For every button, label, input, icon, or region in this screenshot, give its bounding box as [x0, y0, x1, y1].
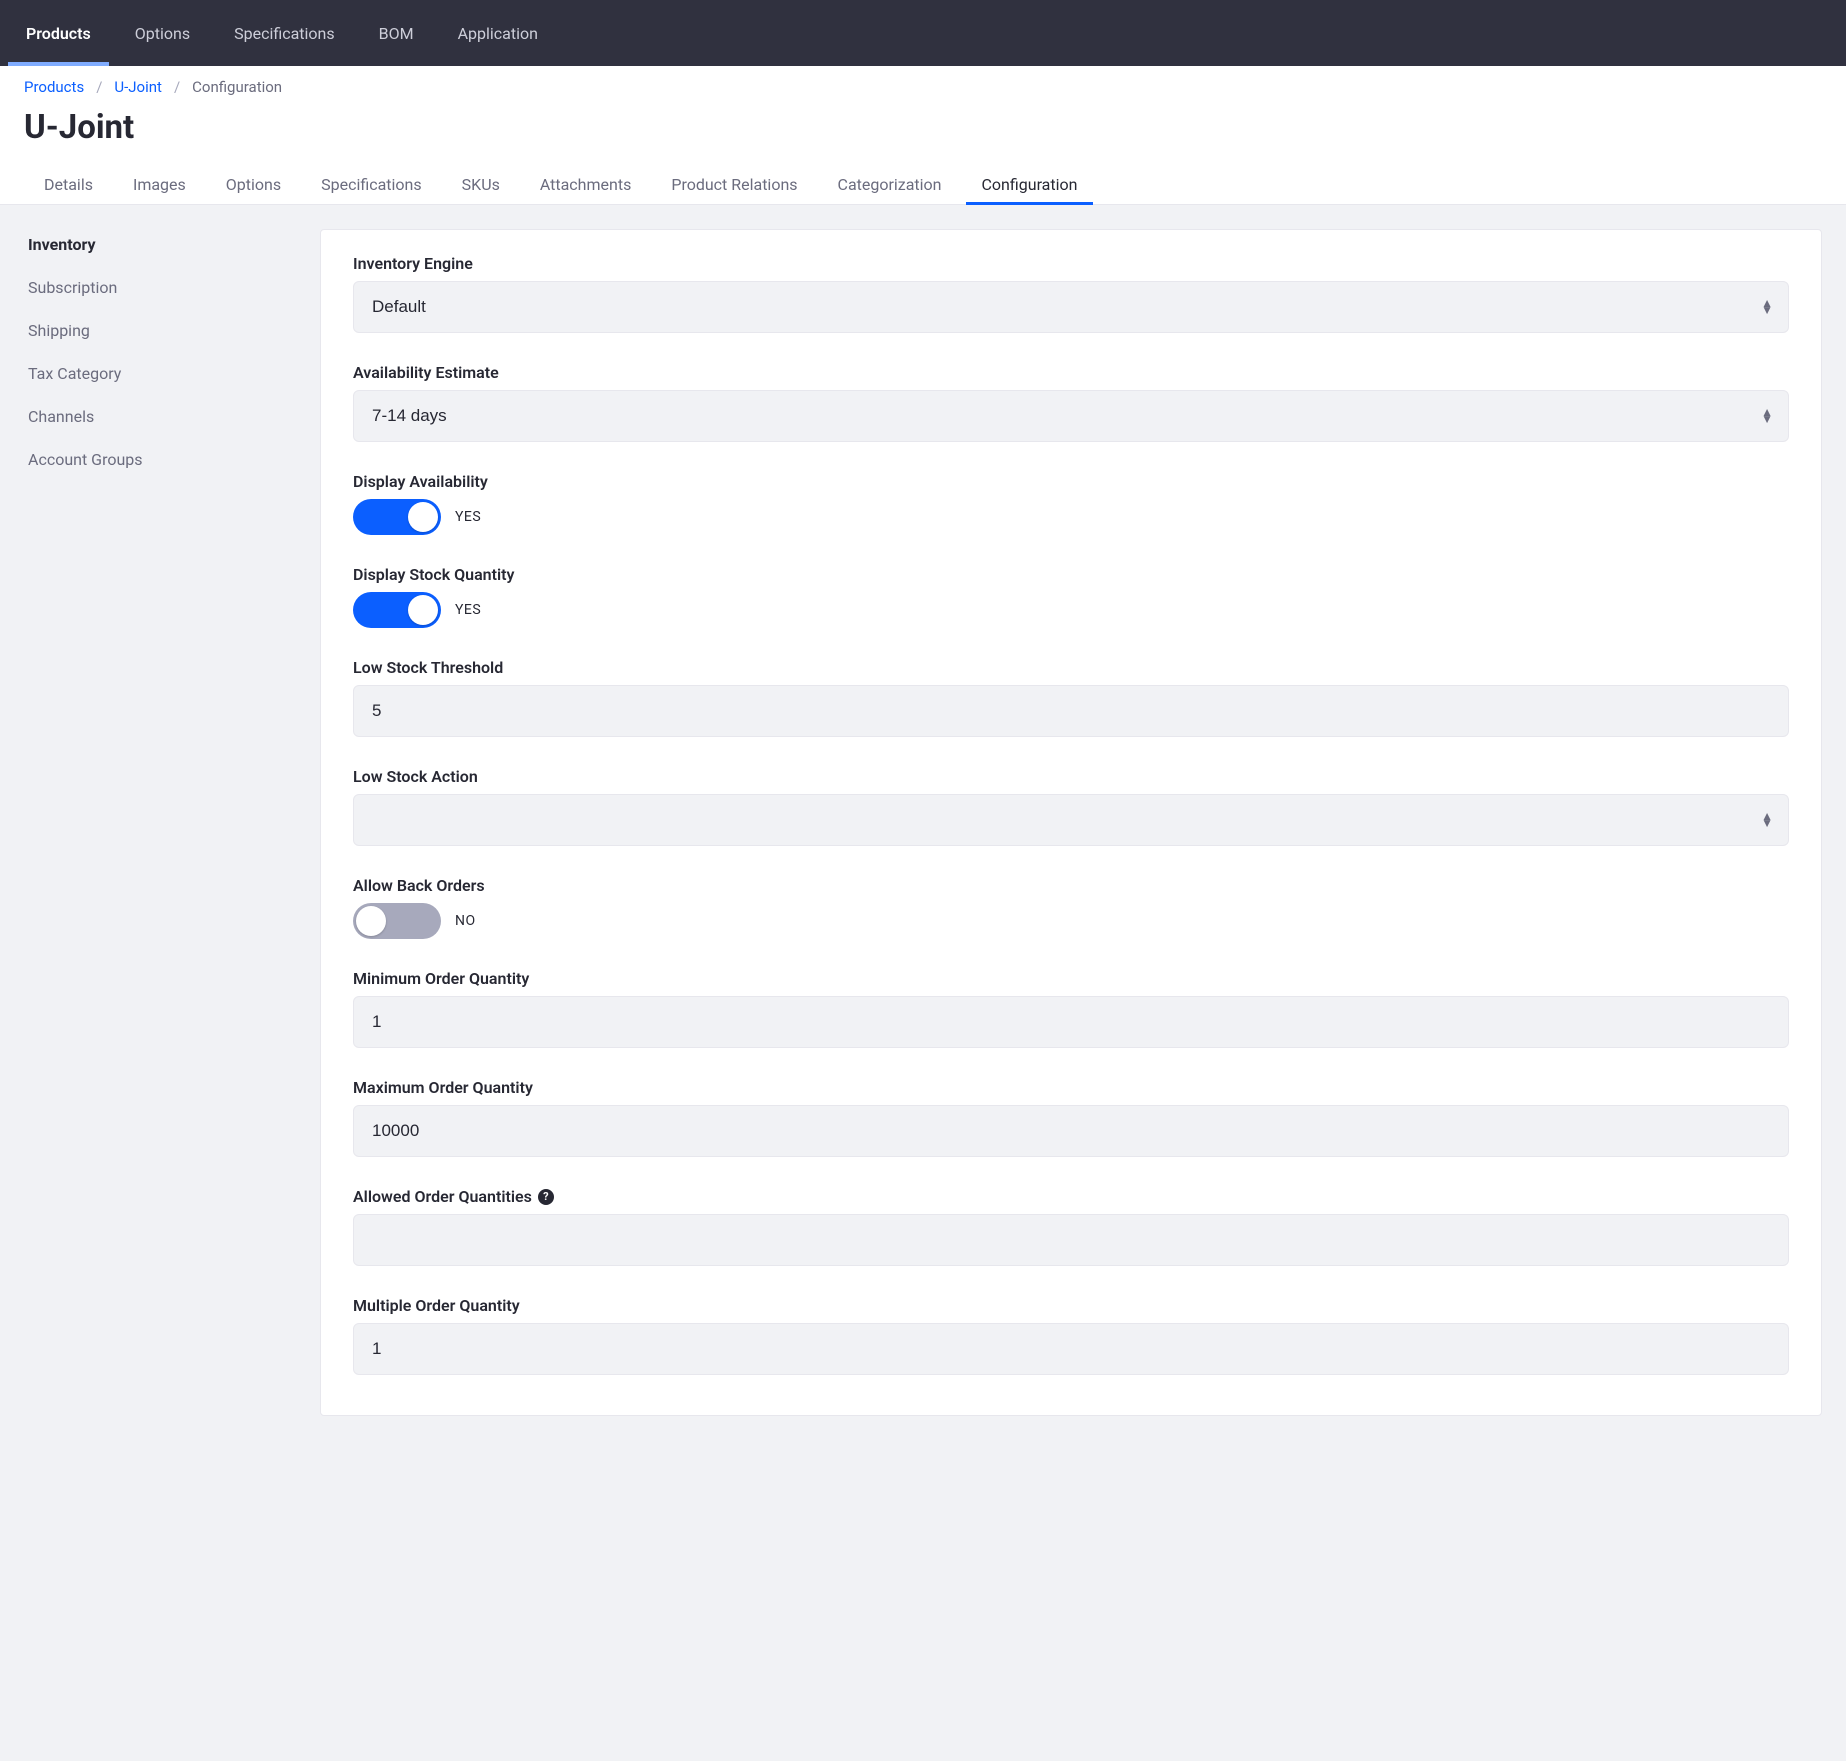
sidebar-item-subscription[interactable]: Subscription: [14, 266, 306, 309]
field-display-stock-quantity: Display Stock Quantity YES: [353, 565, 1789, 628]
top-nav: Products Options Specifications BOM Appl…: [0, 0, 1846, 66]
breadcrumb-products[interactable]: Products: [24, 78, 84, 96]
label-availability-estimate: Availability Estimate: [353, 363, 1789, 382]
select-inventory-engine[interactable]: [353, 281, 1789, 333]
toggle-text-allow-back-orders: NO: [455, 913, 476, 929]
label-allow-back-orders: Allow Back Orders: [353, 876, 1789, 895]
sidebar-item-tax-category[interactable]: Tax Category: [14, 352, 306, 395]
tab-categorization[interactable]: Categorization: [818, 165, 962, 204]
sidebar-item-account-groups[interactable]: Account Groups: [14, 438, 306, 481]
field-max-order-qty: Maximum Order Quantity: [353, 1078, 1789, 1157]
label-inventory-engine: Inventory Engine: [353, 254, 1789, 273]
field-multiple-order-qty: Multiple Order Quantity: [353, 1296, 1789, 1375]
input-allowed-order-qty[interactable]: [353, 1214, 1789, 1266]
tab-images[interactable]: Images: [113, 165, 206, 204]
toggle-allow-back-orders[interactable]: [353, 903, 441, 939]
topnav-item-application[interactable]: Application: [436, 0, 560, 66]
label-max-order-qty: Maximum Order Quantity: [353, 1078, 1789, 1097]
page-title: U-Joint: [0, 102, 1846, 165]
tab-attachments[interactable]: Attachments: [520, 165, 652, 204]
field-low-stock-action: Low Stock Action ▲▼: [353, 767, 1789, 846]
select-low-stock-action[interactable]: [353, 794, 1789, 846]
label-low-stock-threshold: Low Stock Threshold: [353, 658, 1789, 677]
tab-skus[interactable]: SKUs: [442, 165, 520, 204]
breadcrumb: Products / U-Joint / Configuration: [0, 66, 1846, 102]
breadcrumb-ujoint[interactable]: U-Joint: [114, 78, 162, 96]
field-low-stock-threshold: Low Stock Threshold: [353, 658, 1789, 737]
tab-options[interactable]: Options: [206, 165, 301, 204]
label-display-availability: Display Availability: [353, 472, 1789, 491]
subtabs: Details Images Options Specifications SK…: [0, 165, 1846, 204]
breadcrumb-sep: /: [174, 78, 180, 96]
input-max-order-qty[interactable]: [353, 1105, 1789, 1157]
field-availability-estimate: Availability Estimate ▲▼: [353, 363, 1789, 442]
toggle-display-availability[interactable]: [353, 499, 441, 535]
label-min-order-qty: Minimum Order Quantity: [353, 969, 1789, 988]
input-low-stock-threshold[interactable]: [353, 685, 1789, 737]
label-multiple-order-qty: Multiple Order Quantity: [353, 1296, 1789, 1315]
breadcrumb-current: Configuration: [192, 78, 282, 96]
field-inventory-engine: Inventory Engine ▲▼: [353, 254, 1789, 333]
input-multiple-order-qty[interactable]: [353, 1323, 1789, 1375]
input-min-order-qty[interactable]: [353, 996, 1789, 1048]
tab-configuration[interactable]: Configuration: [962, 165, 1098, 204]
tab-specifications[interactable]: Specifications: [301, 165, 442, 204]
sidebar-item-inventory[interactable]: Inventory: [14, 223, 306, 266]
label-display-stock-quantity: Display Stock Quantity: [353, 565, 1789, 584]
toggle-display-stock-quantity[interactable]: [353, 592, 441, 628]
label-text-allowed-order-qty: Allowed Order Quantities: [353, 1187, 532, 1206]
topnav-item-options[interactable]: Options: [113, 0, 212, 66]
toggle-text-display-stock-quantity: YES: [455, 602, 481, 618]
sidebar-item-channels[interactable]: Channels: [14, 395, 306, 438]
help-icon[interactable]: ?: [538, 1189, 554, 1205]
inventory-panel: Inventory Engine ▲▼ Availability Estimat…: [320, 229, 1822, 1416]
topnav-item-products[interactable]: Products: [4, 0, 113, 66]
tab-product-relations[interactable]: Product Relations: [651, 165, 817, 204]
toggle-text-display-availability: YES: [455, 509, 481, 525]
field-min-order-qty: Minimum Order Quantity: [353, 969, 1789, 1048]
content-wrap: Inventory Subscription Shipping Tax Cate…: [0, 205, 1846, 1440]
select-availability-estimate[interactable]: [353, 390, 1789, 442]
sidebar-item-shipping[interactable]: Shipping: [14, 309, 306, 352]
breadcrumb-sep: /: [96, 78, 102, 96]
config-sidebar: Inventory Subscription Shipping Tax Cate…: [0, 205, 320, 499]
tab-details[interactable]: Details: [24, 165, 113, 204]
field-allowed-order-qty: Allowed Order Quantities ?: [353, 1187, 1789, 1266]
topnav-item-bom[interactable]: BOM: [357, 0, 436, 66]
label-low-stock-action: Low Stock Action: [353, 767, 1789, 786]
field-display-availability: Display Availability YES: [353, 472, 1789, 535]
header-area: Products / U-Joint / Configuration U-Joi…: [0, 66, 1846, 205]
field-allow-back-orders: Allow Back Orders NO: [353, 876, 1789, 939]
topnav-item-specifications[interactable]: Specifications: [212, 0, 357, 66]
label-allowed-order-qty: Allowed Order Quantities ?: [353, 1187, 1789, 1206]
